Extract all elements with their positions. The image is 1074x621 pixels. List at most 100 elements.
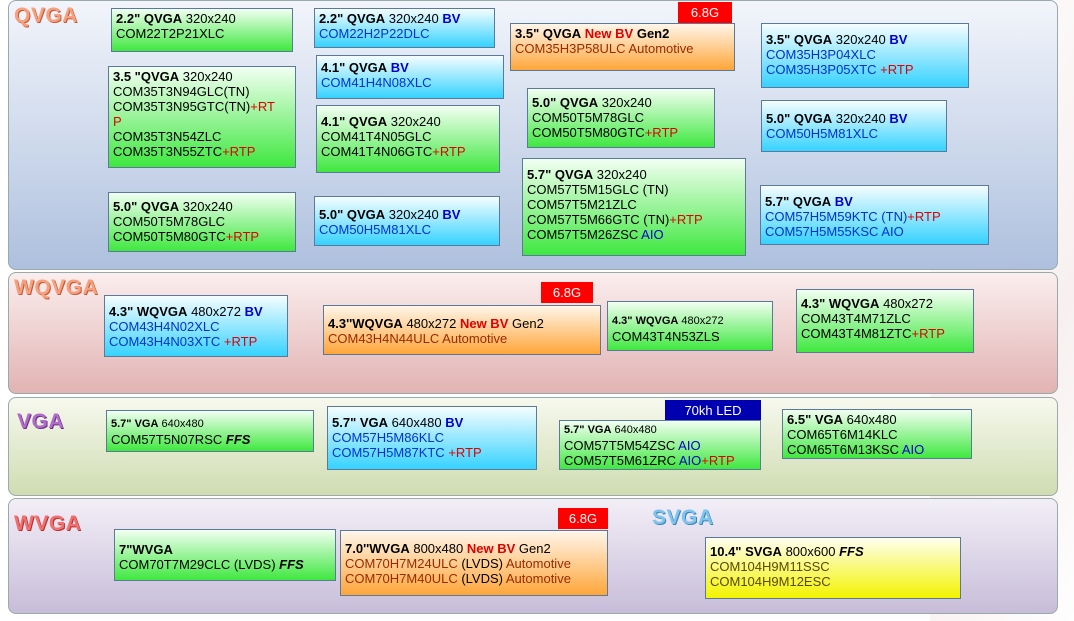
label-text: 5.7"	[111, 418, 132, 430]
label-text: 320x240	[596, 167, 647, 182]
label-text: COM41T4N06GTC+RTP	[321, 144, 495, 159]
label-text: 5.7" VGA 640x480	[564, 423, 756, 438]
part-number: COM65T6M13KSC	[787, 442, 899, 457]
label-text: 640x480	[614, 424, 657, 436]
product-box: 6.5" VGA 640x480 COM65T6M14KLC COM65T6M1…	[782, 409, 972, 459]
band-title-vga: VGA	[17, 410, 65, 433]
label-text: QVGA	[792, 194, 832, 209]
label-text: COM50T5M80GTC+RTP	[532, 125, 710, 140]
part-number: COM43T4N53ZLS	[612, 329, 720, 344]
part-number: COM43T4M81ZTC	[801, 326, 912, 341]
part-number: COM57T5M26ZSC	[527, 227, 639, 242]
part-number: COM41T4N06GTC	[321, 144, 433, 159]
label-text: 5.0"	[319, 207, 344, 222]
product-box: 7.0''WVGA 800x480 New BV Gen2 COM70H7M24…	[340, 530, 608, 596]
band-title-wqvga: WQVGA	[14, 276, 99, 299]
part-number: COM57H5M55KSC AIO	[765, 224, 904, 239]
part-number: COM43T4M71ZLC	[801, 311, 911, 326]
label-text: AIO	[901, 442, 925, 457]
label-text: +RT	[250, 99, 275, 114]
label-text: COM70T7M29CLC (LVDS) FFS	[119, 557, 331, 572]
label-text: VGA	[359, 415, 389, 430]
label-text: AIO	[641, 227, 664, 242]
label-text: 10.4"	[710, 544, 742, 559]
label-text: (LVDS)	[461, 571, 503, 586]
label-text: 5.7" VGA 640x480 BV	[332, 415, 532, 430]
label-text: Gen2	[636, 26, 670, 41]
label-text: 2.2" QVGA 320x240 BV	[319, 11, 490, 26]
label-text: Automotive	[628, 41, 694, 56]
label-text: 5.0"	[766, 111, 791, 126]
part-number: COM35T3N94GLC(TN)	[113, 84, 250, 99]
product-box: 5.7" VGA 640x480 BV COM57H5M86KLC COM57H…	[327, 406, 537, 470]
label-text: COM43H4N03XTC +RTP	[109, 334, 283, 349]
label-text: COM57H5M87KTC +RTP	[332, 445, 532, 460]
label-text: 10.4" SVGA 800x600 FFS	[710, 544, 956, 559]
label-text: COM43T4M81ZTC+RTP	[801, 326, 969, 341]
label-text: FFS	[279, 557, 304, 572]
label-text: 4.1" QVGA 320x240	[321, 114, 495, 129]
size: 2.2"	[116, 11, 141, 26]
label-text: 320x240	[388, 207, 439, 222]
part-number: COM35T3N55ZTC	[113, 144, 223, 159]
product-box: 2.2" QVGA 320x240 COM22T2P21XLC	[111, 8, 293, 52]
part-number: COM65T6M14KLC	[787, 427, 898, 442]
part-number: COM57T5M15GLC (TN)	[527, 182, 669, 197]
product-box: 4.3" WQVGA 480x272 COM43T4M71ZLC COM43T4…	[796, 289, 974, 353]
label-text: 480x272	[883, 296, 933, 311]
part-number: COM50T5M78GLC	[532, 110, 644, 125]
product-box: 5.0" QVGA 320x240 COM50T5M78GLC COM50T5M…	[527, 88, 715, 148]
label-text: +RTP	[432, 144, 466, 159]
part-number: COM57H5M87KTC	[332, 445, 445, 460]
band-title-wvga: WVGA	[14, 512, 82, 535]
label-text: 480x272	[681, 315, 724, 327]
label-text: 4.3"	[612, 315, 633, 327]
part-number: COM43H4N44ULC	[328, 331, 440, 346]
label-text: (LVDS)	[461, 556, 503, 571]
label-text: 5.7"	[564, 424, 585, 436]
label-text: 320x240	[182, 69, 233, 84]
product-box: 5.7" QVGA 320x240 COM57T5M15GLC (TN) COM…	[522, 158, 746, 256]
tag-6-8g: 6.8G	[558, 508, 608, 529]
label-text: 7.0''WVGA 800x480 New BV Gen2	[345, 541, 603, 556]
part-number: COM41H4N08XLC	[321, 75, 432, 90]
part-number: COM22H2P22DLC	[319, 26, 430, 41]
label-text: 320x240	[390, 114, 441, 129]
product-box: 5.7" VGA 640x480 COM57T5N07RSC FFS	[106, 410, 314, 452]
label-text: FFS	[225, 432, 251, 447]
label-text: 5.0"	[113, 199, 138, 214]
label-text: 4.3"	[109, 304, 134, 319]
part-number: COM57T5M21ZLC	[527, 197, 637, 212]
label-text: 320x240	[835, 111, 886, 126]
product-box: 5.0" QVGA 320x240 COM50T5M78GLC COM50T5M…	[108, 192, 296, 252]
label-text: BV	[445, 415, 464, 430]
label-text: +RTP	[225, 229, 260, 244]
product-box: 4.3" WQVGA 480x272 BV COM43H4N02XLC COM4…	[104, 295, 288, 357]
part-number: COM50T5M80GTC	[532, 125, 645, 140]
product-box: 3.5 "QVGA 320x240 COM35T3N94GLC(TN) COM3…	[108, 66, 296, 168]
label-text: 2.2"	[319, 11, 344, 26]
part-number: COM57T5N07RSC	[111, 432, 223, 447]
label-text: QVGA	[542, 26, 582, 41]
label-text: 3.5 "	[113, 69, 141, 84]
product-box: 3.5" QVGA New BV Gen2 COM35H3P58ULC Auto…	[510, 23, 735, 71]
product-box: 3.5" QVGA 320x240 BV COM35H3P04XLC COM35…	[761, 23, 969, 88]
label-text: QVGA	[559, 95, 599, 110]
label-text: +RTP	[880, 62, 914, 77]
label-text: Automotive	[442, 331, 508, 346]
label-text: 3.5"	[766, 32, 791, 47]
label-text: +RTP	[907, 209, 941, 224]
label-text: QVGA	[140, 199, 180, 214]
part-number: COM57T5M66GTC (TN)	[527, 212, 670, 227]
label-text: 5.0" QVGA 320x240 BV	[766, 111, 942, 126]
product-box: 4.1" QVGA BV COM41H4N08XLC	[316, 55, 504, 99]
label-text: +RTP	[222, 144, 256, 159]
label-text: Gen2	[512, 316, 544, 331]
tag-6-8g: 6.8G	[541, 282, 593, 303]
part-number: COM57T5M54ZSC	[564, 438, 676, 453]
label-text: COM57H5M59KTC (TN)+RTP	[765, 209, 984, 224]
label-text: 5.7"	[332, 415, 357, 430]
label-text: 480x272	[406, 316, 457, 331]
product-box: 4.3''WQVGA 480x272 New BV Gen2 COM43H4N4…	[323, 305, 601, 355]
label-text: WQVGA	[352, 316, 403, 331]
